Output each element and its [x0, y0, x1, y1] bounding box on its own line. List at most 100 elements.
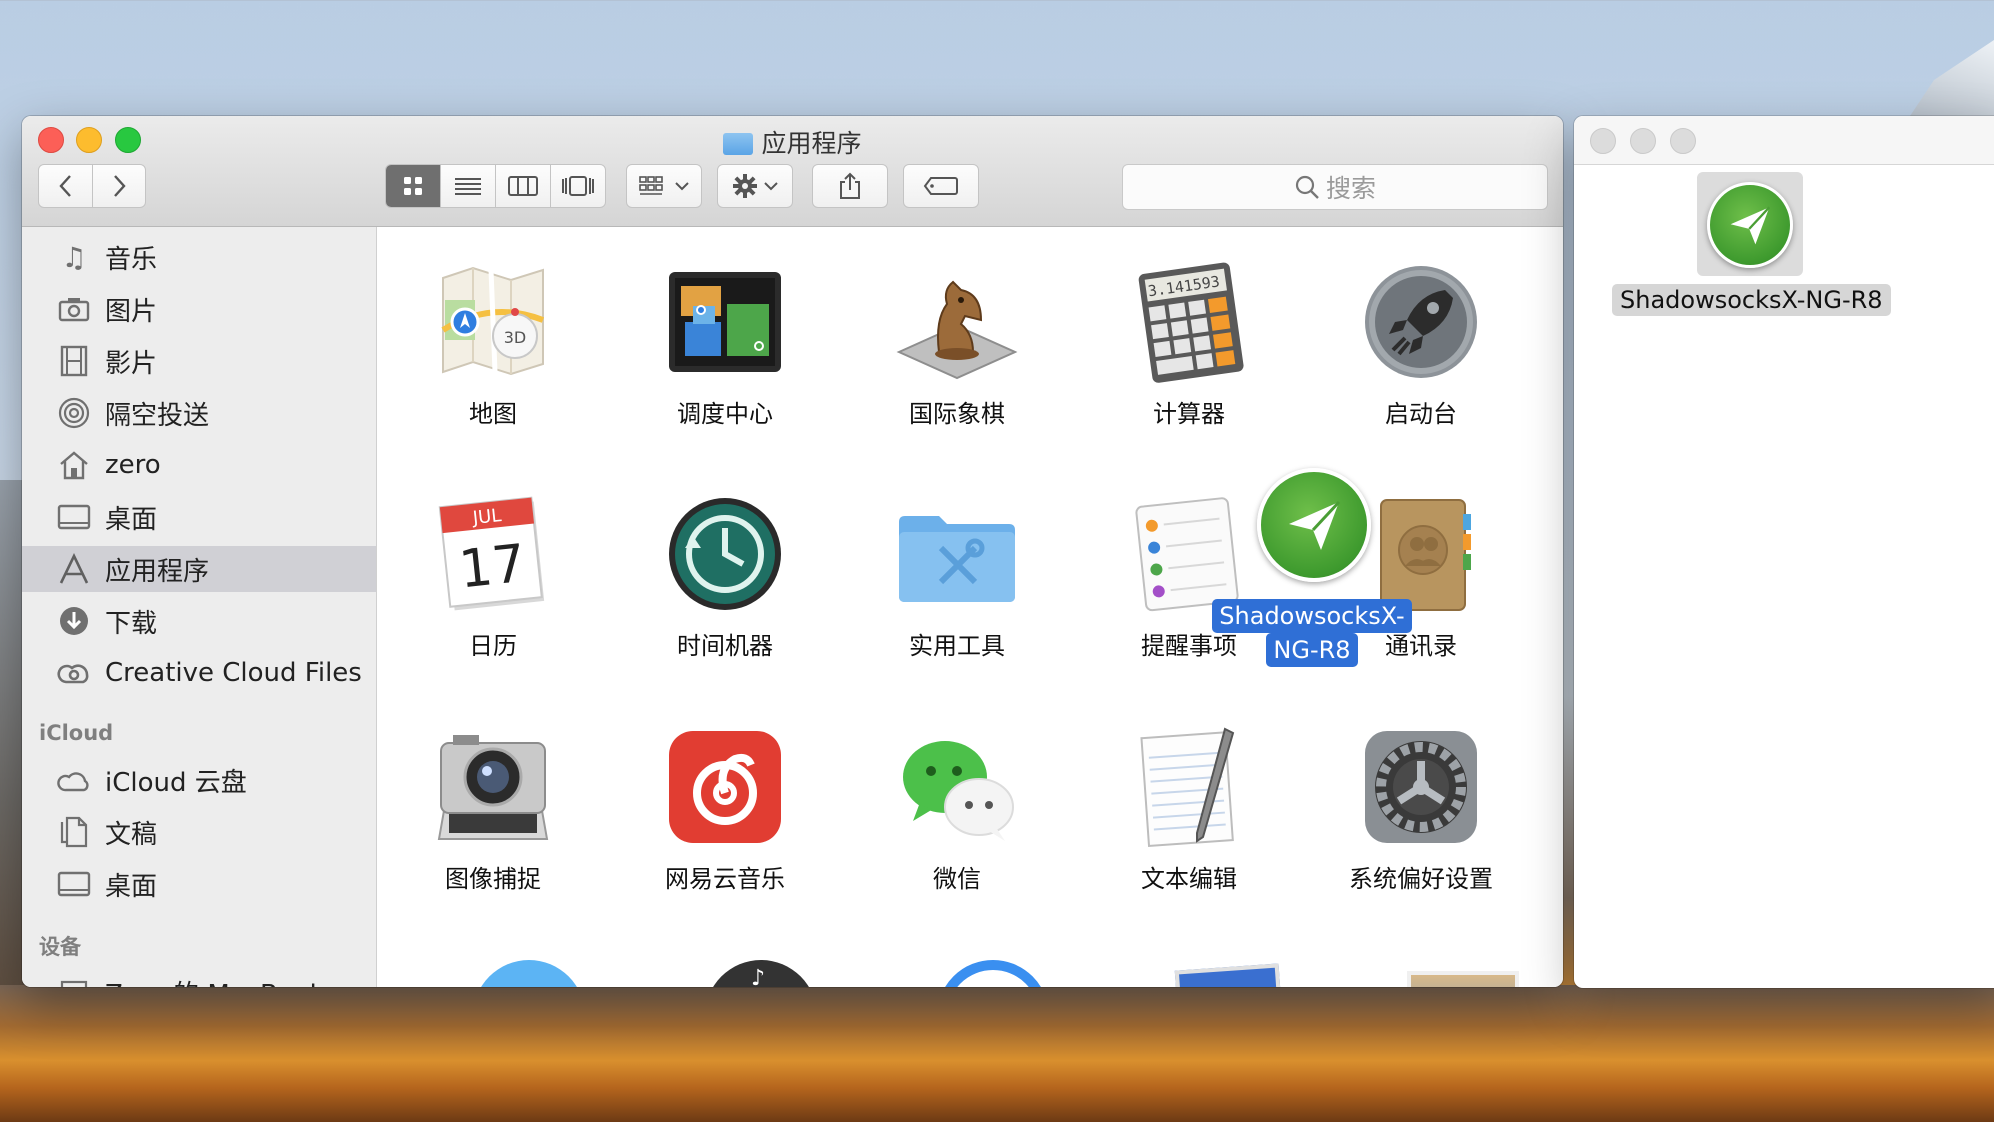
rocket-icon — [1359, 260, 1483, 384]
app-maps[interactable]: 3D 地图 — [377, 260, 609, 429]
app-calendar[interactable]: JUL 17 日历 — [377, 492, 609, 661]
app-label: 调度中心 — [677, 400, 773, 428]
svg-text:JUL: JUL — [471, 505, 503, 529]
textedit-icon — [1127, 725, 1251, 849]
sidebar-item-music[interactable]: ♫ 音乐 — [22, 234, 376, 280]
laptop-icon — [57, 976, 91, 987]
arrange-button[interactable] — [626, 164, 702, 208]
app-label: 启动台 — [1385, 400, 1457, 428]
wechat-icon — [895, 725, 1019, 849]
sidebar-item-creative-cloud[interactable]: Creative Cloud Files — [22, 650, 376, 696]
app-label: 微信 — [933, 865, 981, 893]
app-label: 文本编辑 — [1141, 865, 1237, 893]
tags-button[interactable] — [903, 164, 979, 208]
music-note-icon: ♪ — [751, 966, 766, 987]
sidebar-section-icloud: iCloud — [39, 721, 114, 745]
home-icon — [57, 449, 91, 481]
app-partial-1-icon[interactable] — [473, 960, 585, 987]
sidebar-section-devices: 设备 — [39, 935, 81, 959]
sidebar-item-icloud-desktop[interactable]: 桌面 — [22, 861, 376, 907]
sidebar-item-icloud-drive[interactable]: iCloud 云盘 — [22, 757, 376, 803]
app-mission-control[interactable]: 调度中心 — [609, 260, 841, 429]
download-icon — [57, 605, 91, 637]
grid-icon — [404, 177, 422, 195]
close-button[interactable] — [1590, 128, 1616, 154]
cover-flow-icon — [562, 176, 594, 196]
app-partial-safari-icon[interactable] — [937, 960, 1049, 987]
maps-icon: 3D — [431, 260, 555, 384]
app-utilities[interactable]: 实用工具 — [841, 492, 1073, 661]
time-machine-icon — [663, 492, 787, 616]
app-label: 计算器 — [1153, 400, 1225, 428]
cloud-icon — [57, 764, 91, 796]
tag-icon — [923, 177, 958, 195]
app-launchpad[interactable]: 启动台 — [1305, 260, 1537, 429]
app-wechat[interactable]: 微信 — [841, 725, 1073, 894]
nav-buttons — [38, 164, 146, 208]
app-label: 地图 — [469, 400, 517, 428]
share-icon — [840, 172, 860, 199]
sidebar-item-home[interactable]: zero — [22, 442, 376, 488]
contacts-book-icon — [1359, 492, 1483, 616]
gear-icon — [733, 174, 757, 198]
sidebar-item-macbook[interactable]: Zero 的 MacBook — [22, 969, 376, 987]
app-label: 国际象棋 — [909, 400, 1005, 428]
chevron-down-icon — [675, 182, 689, 191]
action-button[interactable] — [717, 164, 793, 208]
paper-plane-icon — [1289, 500, 1341, 550]
calendar-icon: JUL 17 — [431, 492, 555, 616]
chevron-down-icon — [764, 182, 778, 191]
app-partial-itunes-icon[interactable]: ♪ — [705, 960, 817, 987]
search-placeholder: 搜索 — [1325, 174, 1376, 203]
columns-icon — [508, 176, 538, 196]
app-label: 日历 — [469, 632, 517, 660]
sidebar-item-desktop[interactable]: 桌面 — [22, 494, 376, 540]
netease-music-icon — [663, 725, 787, 849]
forward-button[interactable] — [93, 165, 147, 207]
zoom-button[interactable] — [1670, 128, 1696, 154]
applications-icon — [57, 553, 91, 585]
app-calculator[interactable]: 3.141593 计算器 — [1073, 260, 1305, 429]
sidebar-item-airdrop[interactable]: 隔空投送 — [22, 390, 376, 436]
app-image-capture[interactable]: 图像捕捉 — [377, 725, 609, 894]
svg-text:17: 17 — [456, 534, 528, 601]
chess-knight-icon — [895, 260, 1019, 384]
sidebar-item-documents[interactable]: 文稿 — [22, 809, 376, 855]
minimize-button[interactable] — [1630, 128, 1656, 154]
icon-view-button[interactable] — [386, 165, 441, 207]
list-view-button[interactable] — [441, 165, 496, 207]
sidebar-item-applications[interactable]: 应用程序 — [22, 546, 376, 592]
chevron-right-icon — [113, 175, 126, 197]
app-system-preferences[interactable]: 系统偏好设置 — [1305, 725, 1537, 894]
title-bar: 应用程序 搜索 — [22, 116, 1563, 227]
search-icon — [1295, 175, 1319, 199]
column-view-button[interactable] — [496, 165, 551, 207]
app-time-machine[interactable]: 时间机器 — [609, 492, 841, 661]
image-capture-icon — [431, 725, 555, 849]
paper-plane-icon — [1730, 206, 1771, 245]
app-partial-mail-icon[interactable] — [1174, 963, 1284, 987]
sidebar-item-pictures[interactable]: 图片 — [22, 286, 376, 332]
share-button[interactable] — [812, 164, 888, 208]
app-textedit[interactable]: 文本编辑 — [1073, 725, 1305, 894]
finder-window: 应用程序 搜索 ♫ 音乐 图片 影片 隔空投送 zero 桌面 应用程序 下载 … — [22, 116, 1563, 987]
arrange-icon — [639, 176, 663, 195]
shadowsocks-app-label[interactable]: ShadowsocksX-NG-R8 — [1612, 284, 1891, 316]
window-title: 应用程序 — [22, 124, 1563, 160]
gallery-view-button[interactable] — [551, 165, 605, 207]
app-label: 图像捕捉 — [445, 865, 541, 893]
sidebar-item-movies[interactable]: 影片 — [22, 338, 376, 384]
selected-item-highlight[interactable] — [1697, 172, 1803, 276]
title-bar — [1574, 116, 1994, 165]
search-field[interactable]: 搜索 — [1122, 164, 1548, 210]
back-button[interactable] — [38, 165, 93, 207]
app-partial-preview-icon[interactable] — [1407, 971, 1519, 987]
app-netease-music[interactable]: 网易云音乐 — [609, 725, 841, 894]
calculator-icon: 3.141593 — [1127, 260, 1251, 384]
sidebar-item-downloads[interactable]: 下载 — [22, 598, 376, 644]
mission-control-icon — [663, 260, 787, 384]
app-chess[interactable]: 国际象棋 — [841, 260, 1073, 429]
dragged-shadowsocks-icon[interactable] — [1257, 468, 1371, 582]
app-label: 时间机器 — [677, 632, 773, 660]
disk-image-window: ShadowsocksX-NG-R8 — [1574, 116, 1994, 988]
